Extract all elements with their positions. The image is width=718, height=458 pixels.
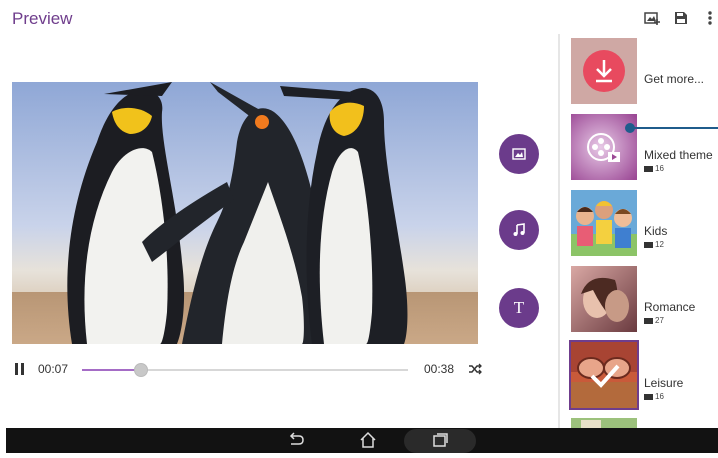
text-icon: T [513,298,525,317]
theme-list: Get more... Mixed theme 16 Kids 12 Roman… [568,34,718,432]
photo-icon [644,317,653,324]
theme-name: Get more... [644,72,705,86]
image-icon [512,148,526,160]
theme-name: Romance [644,300,696,314]
save-icon[interactable] [673,10,689,26]
theme-name: Kids [644,224,668,238]
photo-count: 16 [644,164,664,173]
back-icon[interactable] [286,431,306,449]
panel-divider [558,34,560,453]
seek-bar-thumb[interactable] [133,363,148,377]
theme-item-partial[interactable] [568,414,718,432]
photo-icon [644,165,653,172]
selection-indicator-dot [625,123,635,133]
music-note-icon [513,223,525,236]
recent-apps-icon[interactable] [430,431,450,449]
playback-controls: 00:07 00:38 [12,358,486,382]
toolbar-icons [644,10,718,26]
shuffle-icon[interactable] [468,362,482,376]
add-music-button[interactable] [499,210,539,250]
add-text-button[interactable]: T [499,288,539,328]
top-bar: Preview [6,4,718,34]
theme-thumbnail [571,266,637,332]
theme-thumbnail-selected [569,340,639,410]
seek-bar-progress [82,369,141,371]
system-nav-bar [6,428,718,453]
theme-name: Mixed theme [644,148,713,162]
photo-icon [644,241,653,248]
photo-count: 12 [644,240,664,249]
theme-item-mixed-theme[interactable]: Mixed theme 16 [568,110,718,180]
theme-item-romance[interactable]: Romance 27 [568,262,718,332]
add-to-album-icon[interactable] [644,10,660,26]
home-icon[interactable] [358,431,378,449]
add-image-button[interactable] [499,134,539,174]
photo-count: 16 [644,392,664,401]
page-title: Preview [12,9,73,28]
theme-thumbnail [571,38,637,104]
more-vert-icon[interactable] [702,10,718,26]
preview-window: Preview 00:07 00:38 T Get more... Mixed … [6,4,718,453]
video-preview[interactable] [12,82,478,344]
theme-item-get-more[interactable]: Get more... [568,34,718,104]
theme-item-kids[interactable]: Kids 12 [568,186,718,256]
theme-name: Leisure [644,376,684,390]
selection-indicator-line [628,127,718,129]
total-time: 00:38 [424,362,455,376]
current-time: 00:07 [38,362,69,376]
seek-bar[interactable] [82,363,408,377]
theme-item-leisure[interactable]: Leisure 16 [568,338,718,410]
theme-thumbnail [571,190,637,256]
photo-icon [644,393,653,400]
photo-count: 27 [644,316,664,325]
pause-icon[interactable] [14,363,26,377]
